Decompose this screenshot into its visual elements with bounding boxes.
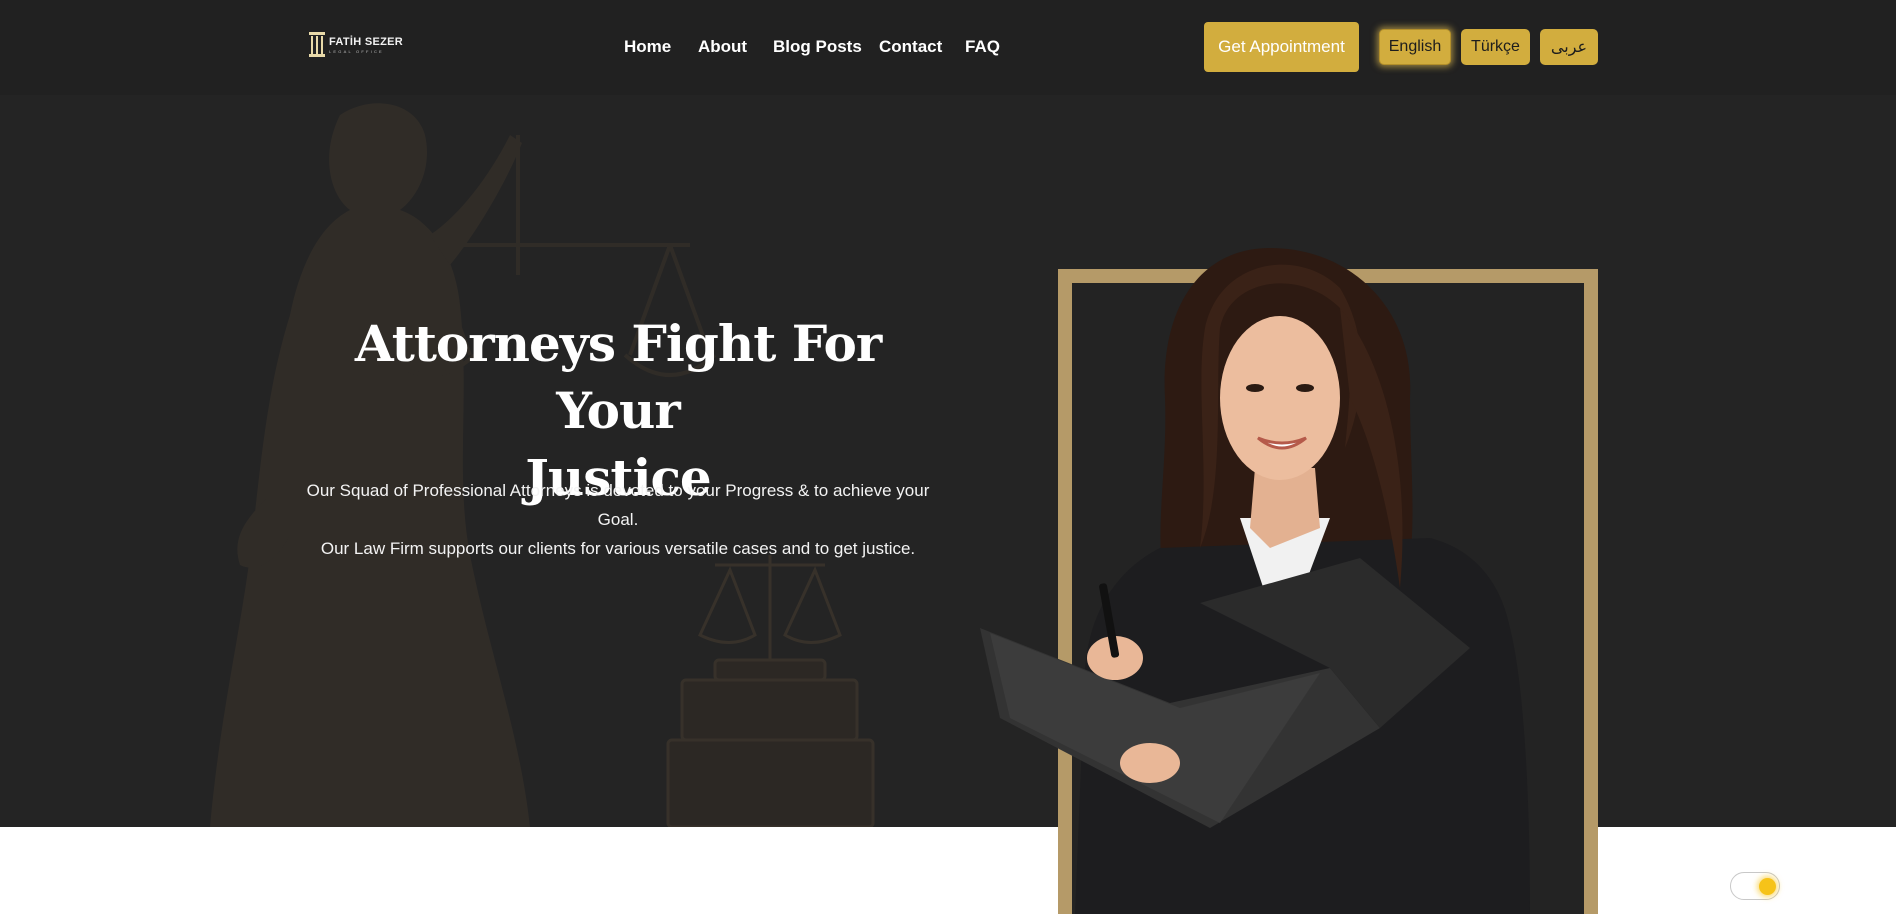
nav-contact[interactable]: Contact bbox=[879, 37, 942, 57]
main-nav: Home About Blog Posts Contact FAQ bbox=[0, 37, 1896, 59]
hero-description-line-1: Our Squad of Professional Attorneys is d… bbox=[306, 481, 930, 529]
nav-faq[interactable]: FAQ bbox=[965, 37, 1000, 57]
hero-title-line-1: Attorneys Fight For Your bbox=[354, 314, 882, 440]
language-turkish-button[interactable]: Türkçe bbox=[1461, 29, 1530, 65]
attorney-portrait-image bbox=[980, 248, 1530, 914]
nav-blog-posts[interactable]: Blog Posts bbox=[773, 37, 862, 57]
hero-description: Our Squad of Professional Attorneys is d… bbox=[290, 476, 946, 563]
site-header: FATİH SEZER LEGAL OFFICE Home About Blog… bbox=[0, 0, 1896, 95]
language-arabic-button[interactable]: عربى bbox=[1540, 29, 1598, 65]
hero-section: Attorneys Fight For Your Justice Our Squ… bbox=[0, 0, 1896, 827]
theme-toggle[interactable] bbox=[1730, 872, 1780, 900]
hero-description-line-2: Our Law Firm supports our clients for va… bbox=[320, 539, 916, 558]
nav-home[interactable]: Home bbox=[624, 37, 671, 57]
get-appointment-button[interactable]: Get Appointment bbox=[1204, 22, 1359, 72]
sun-icon bbox=[1759, 878, 1776, 895]
language-english-button[interactable]: English bbox=[1379, 29, 1451, 65]
nav-about[interactable]: About bbox=[698, 37, 747, 57]
